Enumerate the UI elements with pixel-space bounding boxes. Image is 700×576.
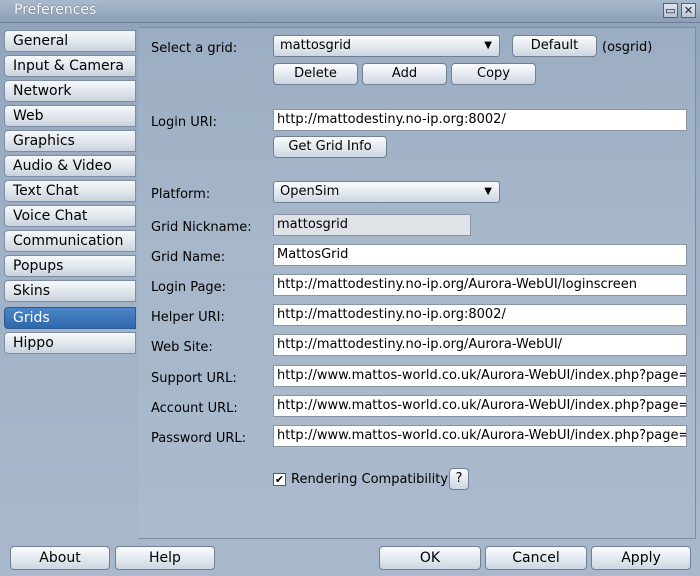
tab-network[interactable]: Network	[4, 80, 136, 102]
tab-voice-chat[interactable]: Voice Chat	[4, 205, 136, 227]
platform-label: Platform:	[151, 187, 211, 202]
helper-uri-label: Helper URI:	[151, 310, 225, 325]
platform-select-value: OpenSim	[280, 184, 340, 199]
tab-web[interactable]: Web	[4, 105, 136, 127]
minimize-icon[interactable]: ▭	[663, 3, 678, 18]
copy-button[interactable]: Copy	[451, 63, 536, 85]
grid-nickname-field: mattosgrid	[273, 214, 471, 236]
get-grid-info-button[interactable]: Get Grid Info	[273, 136, 387, 158]
login-uri-label: Login URI:	[151, 115, 217, 130]
help-button[interactable]: Help	[115, 546, 215, 570]
account-url-label: Account URL:	[151, 401, 238, 416]
login-uri-field[interactable]: http://mattodestiny.no-ip.org:8002/	[273, 109, 687, 131]
delete-button[interactable]: Delete	[273, 63, 358, 85]
support-url-label: Support URL:	[151, 371, 237, 386]
tab-skins[interactable]: Skins	[4, 280, 136, 302]
password-url-label: Password URL:	[151, 431, 247, 446]
close-icon[interactable]: ✕	[681, 3, 696, 18]
dropdown-arrow-icon: ▼	[484, 186, 492, 197]
ok-button[interactable]: OK	[379, 546, 481, 570]
dropdown-arrow-icon: ▼	[484, 40, 492, 51]
tab-general[interactable]: General	[4, 30, 136, 52]
grid-name-label: Grid Name:	[151, 250, 226, 265]
platform-select[interactable]: OpenSim ▼	[273, 181, 500, 203]
rendering-compat-label: Rendering Compatibility	[291, 472, 449, 487]
rendering-compat-checkbox[interactable]: ✔	[273, 473, 286, 486]
web-site-field[interactable]: http://mattodestiny.no-ip.org/Aurora-Web…	[273, 334, 687, 356]
default-button[interactable]: Default	[512, 35, 597, 57]
add-button[interactable]: Add	[362, 63, 447, 85]
tab-input-camera[interactable]: Input & Camera	[4, 55, 136, 77]
helper-uri-field[interactable]: http://mattodestiny.no-ip.org:8002/	[273, 304, 687, 326]
title-bar: Preferences ▭ ✕	[0, 0, 700, 23]
account-url-field[interactable]: http://www.mattos-world.co.uk/Aurora-Web…	[273, 395, 687, 417]
grid-select[interactable]: mattosgrid ▼	[273, 35, 500, 57]
apply-button[interactable]: Apply	[591, 546, 691, 570]
window-title: Preferences	[14, 2, 97, 18]
grid-nickname-label: Grid Nickname:	[151, 220, 252, 235]
select-grid-label: Select a grid:	[151, 41, 238, 56]
web-site-label: Web Site:	[151, 340, 213, 355]
support-url-field[interactable]: http://www.mattos-world.co.uk/Aurora-Web…	[273, 365, 687, 387]
tab-grids[interactable]: Grids	[4, 307, 136, 329]
tab-text-chat[interactable]: Text Chat	[4, 180, 136, 202]
tab-communication[interactable]: Communication	[4, 230, 136, 252]
login-page-label: Login Page:	[151, 280, 227, 295]
help-question-button[interactable]: ?	[449, 468, 469, 490]
about-button[interactable]: About	[10, 546, 110, 570]
grid-select-value: mattosgrid	[280, 38, 352, 53]
default-grid-label: (osgrid)	[602, 40, 653, 55]
login-page-field[interactable]: http://mattodestiny.no-ip.org/Aurora-Web…	[273, 274, 687, 296]
tab-popups[interactable]: Popups	[4, 255, 136, 277]
tab-graphics[interactable]: Graphics	[4, 130, 136, 152]
password-url-field[interactable]: http://www.mattos-world.co.uk/Aurora-Web…	[273, 425, 687, 447]
grid-name-field[interactable]: MattosGrid	[273, 244, 687, 266]
cancel-button[interactable]: Cancel	[485, 546, 587, 570]
tab-hippo[interactable]: Hippo	[4, 332, 136, 354]
tab-audio-video[interactable]: Audio & Video	[4, 155, 136, 177]
